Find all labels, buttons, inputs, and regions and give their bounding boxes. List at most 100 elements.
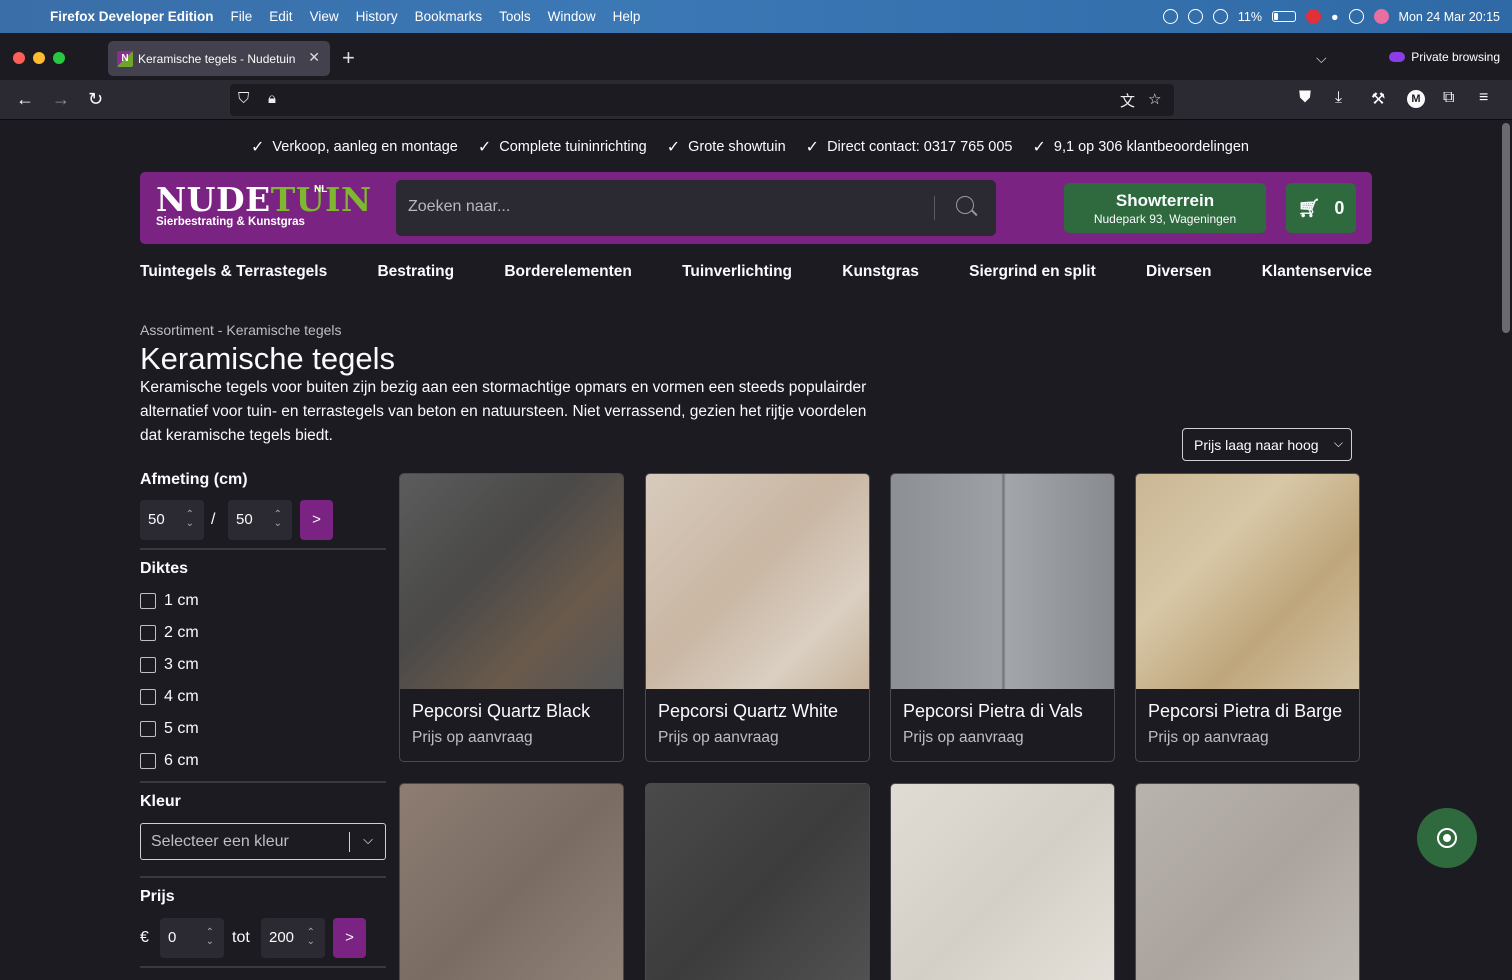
- nav-siergrind[interactable]: Siergrind en split: [969, 263, 1096, 281]
- product-card[interactable]: Pepcorsi Pietra di Barge Prijs op aanvra…: [1135, 473, 1360, 762]
- product-image[interactable]: [1136, 784, 1359, 980]
- dot-icon[interactable]: ●: [1331, 10, 1339, 24]
- product-image[interactable]: [1136, 474, 1359, 689]
- product-image[interactable]: [891, 784, 1114, 980]
- url-bar[interactable]: ⛉ 🔒︎ 文 ☆: [230, 84, 1174, 116]
- nav-tuinverlichting[interactable]: Tuinverlichting: [682, 263, 792, 281]
- status-icon[interactable]: [1162, 9, 1178, 24]
- cart-button[interactable]: 🛒︎ 0: [1286, 183, 1356, 233]
- thickness-option[interactable]: 5 cm: [140, 720, 199, 738]
- stepper-icon[interactable]: ⌃ ⌄: [274, 510, 282, 529]
- devtools-wrench-icon[interactable]: ⚒: [1371, 89, 1385, 109]
- product-name[interactable]: Pepcorsi Quartz White: [658, 701, 838, 722]
- usp-text[interactable]: Direct contact: 0317 765 005: [827, 139, 1012, 155]
- menu-app-name[interactable]: Firefox Developer Edition: [50, 9, 214, 24]
- menu-view[interactable]: View: [310, 9, 339, 24]
- product-image[interactable]: [400, 784, 623, 980]
- tracking-shield-icon[interactable]: ⛉: [238, 90, 249, 107]
- product-card[interactable]: [399, 783, 624, 980]
- new-tab-icon[interactable]: +: [342, 45, 355, 71]
- product-card[interactable]: [890, 783, 1115, 980]
- menu-window[interactable]: Window: [548, 9, 596, 24]
- thickness-option[interactable]: 1 cm: [140, 592, 199, 610]
- checkbox[interactable]: [140, 625, 156, 641]
- product-card[interactable]: Pepcorsi Quartz Black Prijs op aanvraag: [399, 473, 624, 762]
- product-image[interactable]: [646, 784, 869, 980]
- pocket-icon[interactable]: ⛊: [1299, 89, 1311, 107]
- tab-active[interactable]: N Keramische tegels - Nudetuin ✕: [108, 41, 330, 76]
- extensions-icon[interactable]: ⧉: [1443, 89, 1454, 107]
- nav-klantenservice[interactable]: Klantenservice: [1262, 263, 1372, 281]
- scrollbar-thumb[interactable]: [1502, 123, 1510, 333]
- menu-tools[interactable]: Tools: [499, 9, 531, 24]
- price-max-input[interactable]: 200 ⌃ ⌄: [261, 918, 325, 958]
- scrollbar[interactable]: [1500, 121, 1512, 980]
- sort-select[interactable]: Prijs laag naar hoog ⌵: [1182, 428, 1352, 461]
- search-icon[interactable]: [956, 196, 974, 214]
- product-image[interactable]: [646, 474, 869, 689]
- nav-tuintegels[interactable]: Tuintegels & Terrastegels: [140, 263, 327, 281]
- product-card[interactable]: [1135, 783, 1360, 980]
- smiley-icon[interactable]: [1187, 9, 1203, 24]
- menu-help[interactable]: Help: [613, 9, 641, 24]
- account-avatar[interactable]: M: [1407, 90, 1425, 108]
- whatsapp-button[interactable]: [1417, 808, 1477, 868]
- thickness-option[interactable]: 6 cm: [140, 752, 199, 770]
- thickness-option[interactable]: 4 cm: [140, 688, 199, 706]
- translate-icon[interactable]: 文: [1120, 90, 1135, 111]
- bookmark-star-icon[interactable]: ☆: [1148, 90, 1161, 108]
- size-apply-button[interactable]: >: [300, 500, 333, 540]
- price-min-input[interactable]: 0 ⌃ ⌄: [160, 918, 224, 958]
- site-logo[interactable]: NUDETUIN NL Sierbestrating & Kunstgras: [156, 183, 372, 228]
- product-image[interactable]: [891, 474, 1114, 689]
- nav-kunstgras[interactable]: Kunstgras: [842, 263, 919, 281]
- nav-diversen[interactable]: Diversen: [1146, 263, 1211, 281]
- battery-icon[interactable]: [1271, 11, 1296, 22]
- price-apply-button[interactable]: >: [333, 918, 366, 958]
- minimize-window-icon[interactable]: [33, 52, 45, 64]
- menu-file[interactable]: File: [231, 9, 253, 24]
- back-icon[interactable]: ←: [16, 89, 34, 110]
- clock[interactable]: Mon 24 Mar 20:15: [1399, 10, 1500, 24]
- list-tabs-chevron-icon[interactable]: ⌵: [1316, 50, 1327, 67]
- menu-edit[interactable]: Edit: [269, 9, 292, 24]
- checkbox[interactable]: [140, 753, 156, 769]
- product-card[interactable]: Pepcorsi Pietra di Vals Prijs op aanvraa…: [890, 473, 1115, 762]
- stepper-icon[interactable]: ⌃ ⌄: [206, 928, 214, 947]
- usp-text[interactable]: 9,1 op 306 klantbeoordelingen: [1054, 139, 1249, 155]
- search-input[interactable]: Zoeken naar...: [396, 180, 996, 236]
- close-tab-icon[interactable]: ✕: [308, 49, 320, 66]
- checkbox[interactable]: [140, 721, 156, 737]
- product-name[interactable]: Pepcorsi Pietra di Barge: [1148, 701, 1342, 722]
- close-window-icon[interactable]: [13, 52, 25, 64]
- color-select[interactable]: Selecteer een kleur ⌵: [140, 823, 386, 860]
- thickness-option[interactable]: 2 cm: [140, 624, 199, 642]
- product-card[interactable]: [645, 783, 870, 980]
- product-name[interactable]: Pepcorsi Pietra di Vals: [903, 701, 1083, 722]
- lock-icon[interactable]: 🔒︎: [268, 90, 276, 107]
- stepper-icon[interactable]: ⌃ ⌄: [186, 510, 194, 529]
- size-width-input[interactable]: 50 ⌃ ⌄: [140, 500, 204, 540]
- siri-icon[interactable]: [1373, 9, 1389, 24]
- thickness-option[interactable]: 3 cm: [140, 656, 199, 674]
- breadcrumb[interactable]: Assortiment - Keramische tegels: [140, 322, 342, 338]
- control-center-icon[interactable]: [1348, 9, 1364, 24]
- shield-icon[interactable]: [1212, 9, 1228, 24]
- forward-icon[interactable]: →: [52, 89, 70, 110]
- nav-borderelementen[interactable]: Borderelementen: [504, 263, 631, 281]
- reload-icon[interactable]: ↻: [88, 89, 103, 110]
- product-name[interactable]: Pepcorsi Quartz Black: [412, 701, 590, 722]
- checkbox[interactable]: [140, 657, 156, 673]
- nav-bestrating[interactable]: Bestrating: [377, 263, 454, 281]
- menu-hamburger-icon[interactable]: ≡: [1479, 89, 1488, 107]
- zoom-window-icon[interactable]: [53, 52, 65, 64]
- size-height-input[interactable]: 50 ⌃ ⌄: [228, 500, 292, 540]
- menu-history[interactable]: History: [356, 9, 398, 24]
- record-icon[interactable]: [1305, 9, 1321, 24]
- checkbox[interactable]: [140, 593, 156, 609]
- checkbox[interactable]: [140, 689, 156, 705]
- downloads-icon[interactable]: ⤓: [1335, 89, 1342, 107]
- chevron-down-icon[interactable]: ⌵: [363, 832, 373, 848]
- stepper-icon[interactable]: ⌃ ⌄: [307, 928, 315, 947]
- menu-bookmarks[interactable]: Bookmarks: [415, 9, 483, 24]
